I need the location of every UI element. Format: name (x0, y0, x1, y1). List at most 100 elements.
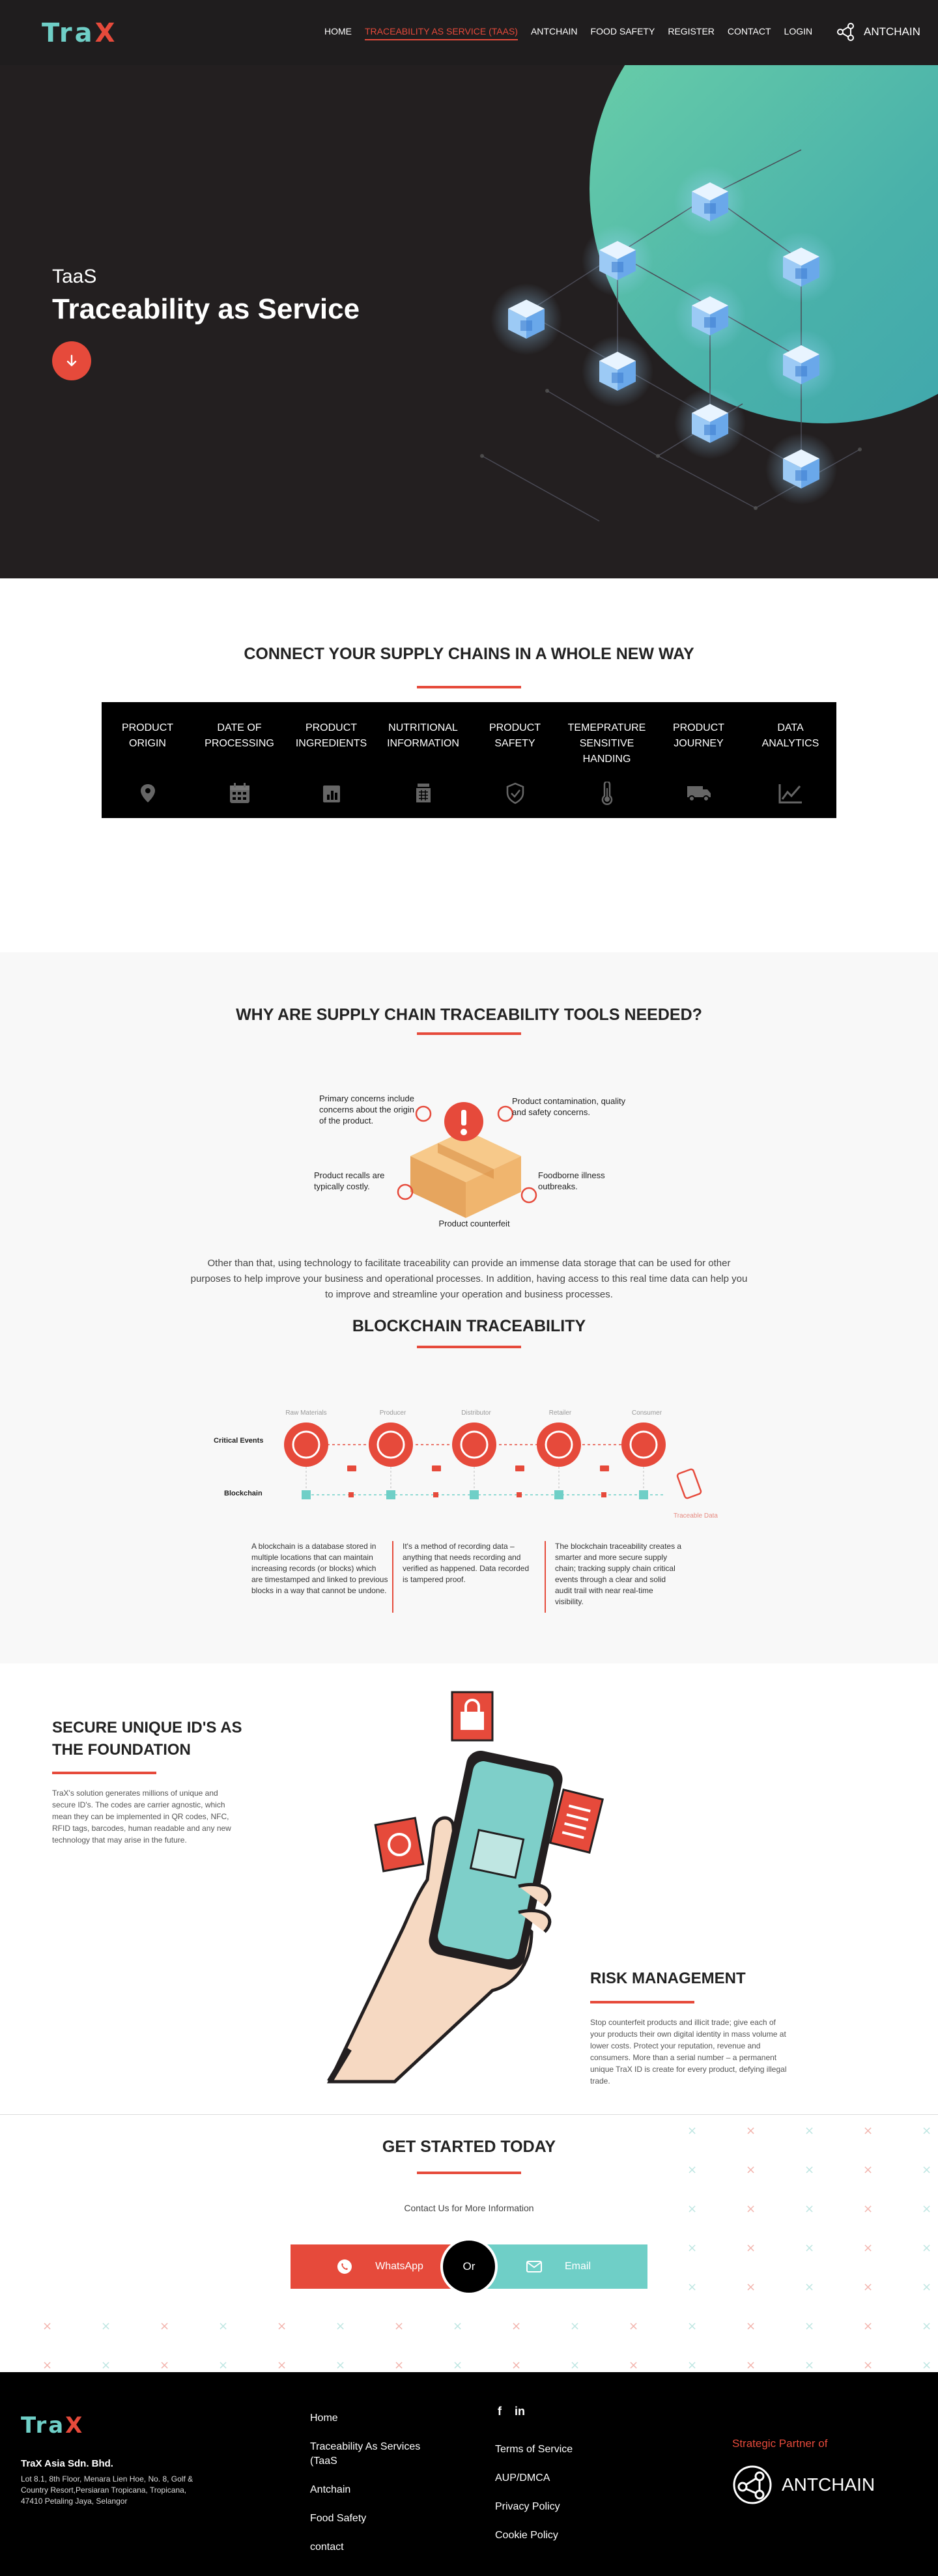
svg-text:×: × (804, 2241, 814, 2255)
footer-link-cookie[interactable]: Cookie Policy (495, 2528, 558, 2543)
svg-text:×: × (746, 2358, 756, 2372)
critical-events-label: Critical Events (214, 1437, 264, 1445)
why-title-underline (417, 1032, 521, 1035)
feature-product-ingredients: PRODUCT INGREDIENTS (285, 702, 377, 818)
nav-food-safety[interactable]: FOOD SAFETY (591, 26, 655, 40)
svg-text:×: × (922, 2241, 931, 2255)
svg-text:×: × (804, 2319, 814, 2333)
nav-home[interactable]: HOME (324, 26, 352, 40)
linkedin-icon[interactable]: in (515, 2405, 525, 2418)
svg-text:×: × (218, 2319, 228, 2333)
nav-links: HOME TRACEABILITY AS SERVICE (TAAS) ANTC… (324, 26, 812, 40)
svg-text:×: × (863, 2124, 873, 2138)
blockchain-column-2: It's a method of recording data – anythi… (392, 1541, 530, 1613)
secure-ids-title: SECURE UNIQUE ID'S AS THE FOUNDATION (52, 1719, 242, 1759)
hero-section: TaaS Traceability as Service (0, 65, 938, 578)
feature-label: DATA ANALYTICS (761, 722, 819, 749)
connect-title-underline (417, 686, 521, 688)
svg-text:×: × (863, 2241, 873, 2255)
footer-link-privacy[interactable]: Privacy Policy (495, 2500, 560, 2514)
svg-text:×: × (394, 2319, 404, 2333)
facebook-icon[interactable]: f (498, 2405, 502, 2418)
feature-label: NUTRITIONAL INFORMATION (387, 722, 459, 749)
footer-link-home[interactable]: Home (310, 2411, 338, 2426)
feature-bar: PRODUCT ORIGIN DATE OF PROCESSING PRODUC… (102, 702, 836, 818)
footer-link-terms[interactable]: Terms of Service (495, 2442, 573, 2457)
svg-text:×: × (922, 2163, 931, 2177)
svg-text:×: × (453, 2358, 462, 2372)
antchain-nav-label: ANTCHAIN (864, 25, 920, 38)
svg-text:×: × (804, 2163, 814, 2177)
feature-label: PRODUCT ORIGIN (121, 722, 174, 749)
feature-product-journey: PRODUCT JOURNEY (653, 702, 745, 818)
svg-text:×: × (453, 2319, 462, 2333)
svg-text:×: × (101, 2319, 111, 2333)
footer-antchain-logo[interactable]: ANTCHAIN (731, 2463, 875, 2506)
get-started-title: GET STARTED TODAY (382, 2138, 556, 2156)
risk-management-title: RISK MANAGEMENT (590, 1970, 746, 1987)
antchain-logo-icon (733, 2465, 772, 2504)
nav-contact[interactable]: CONTACT (728, 26, 771, 40)
connect-title: CONNECT YOUR SUPPLY CHAINS IN A WHOLE NE… (244, 645, 694, 663)
svg-text:×: × (394, 2358, 404, 2372)
feature-product-safety: PRODUCT SAFETY (469, 702, 561, 818)
footer-link-aup[interactable]: AUP/DMCA (495, 2471, 550, 2485)
secure-ids-text: TraX's solution generates millions of un… (52, 1789, 231, 1845)
secure-title-underline (52, 1772, 156, 1774)
svg-text:×: × (687, 2358, 697, 2372)
antchain-logo-icon (837, 23, 854, 41)
svg-text:×: × (687, 2241, 697, 2255)
feature-data-analytics: DATA ANALYTICS (745, 702, 836, 818)
truck-icon (685, 779, 713, 808)
svg-text:×: × (863, 2280, 873, 2294)
svg-text:×: × (804, 2358, 814, 2372)
nav-antchain[interactable]: ANTCHAIN (531, 26, 578, 40)
calendar-icon (225, 779, 254, 808)
concern-recalls: Product recalls are typically costly. (314, 1170, 385, 1191)
antchain-nav-link[interactable]: ANTCHAIN (835, 22, 920, 42)
svg-text:×: × (277, 2319, 287, 2333)
stage-consumer: Consumer (631, 1409, 662, 1417)
svg-text:×: × (687, 2163, 697, 2177)
svg-text:×: × (746, 2124, 756, 2138)
svg-text:×: × (160, 2319, 169, 2333)
svg-text:×: × (863, 2358, 873, 2372)
footer-trax-logo[interactable]: TraX (21, 2413, 84, 2439)
nav-login[interactable]: LOGIN (784, 26, 813, 40)
thermometer-icon (593, 779, 621, 808)
svg-text:×: × (863, 2163, 873, 2177)
scroll-down-button[interactable] (52, 341, 91, 380)
svg-text:×: × (42, 2319, 52, 2333)
footer-link-antchain[interactable]: Antchain (310, 2483, 350, 2497)
concern-contamination: Product contamination, quality and safet… (512, 1096, 626, 1117)
footer-link-food-safety[interactable]: Food Safety (310, 2512, 366, 2526)
footer-link-contact[interactable]: contact (310, 2540, 344, 2555)
or-separator: Or (440, 2238, 498, 2295)
svg-text:×: × (804, 2124, 814, 2138)
footer-link-taas[interactable]: Traceability As Services (TaaS (310, 2440, 434, 2469)
footer-address: Lot 8.1, 8th Floor, Menara Lien Hoe, No.… (21, 2474, 193, 2506)
feature-label: TEMEPRATURE SENSITIVE HANDING (567, 722, 646, 765)
blockchain-flow-diagram (284, 1422, 702, 1499)
blockchain-column-1: A blockchain is a database stored in mul… (251, 1542, 388, 1595)
blockchain-cubes-illustration (480, 149, 862, 522)
blockchain-title: BLOCKCHAIN TRACEABILITY (352, 1317, 586, 1335)
location-pin-icon (134, 779, 162, 808)
risk-title-underline (590, 2001, 694, 2003)
envelope-icon (526, 2261, 542, 2272)
svg-text:×: × (101, 2358, 111, 2372)
nav-taas[interactable]: TRACEABILITY AS SERVICE (TAAS) (365, 26, 518, 40)
svg-text:×: × (863, 2319, 873, 2333)
concern-foodborne: Foodborne illness outbreaks. (538, 1170, 605, 1191)
hero-subtitle: TaaS (52, 266, 97, 287)
feature-date-processing: DATE OF PROCESSING (193, 702, 285, 818)
concern-origin: Primary concerns include concerns about … (319, 1094, 414, 1125)
feature-label: DATE OF PROCESSING (205, 722, 274, 749)
svg-text:×: × (218, 2358, 228, 2372)
svg-text:×: × (746, 2280, 756, 2294)
svg-text:×: × (922, 2280, 931, 2294)
nutrition-jar-icon (409, 779, 438, 808)
trax-logo[interactable]: TraX (42, 18, 117, 48)
nav-register[interactable]: REGISTER (668, 26, 715, 40)
svg-text:×: × (687, 2124, 697, 2138)
